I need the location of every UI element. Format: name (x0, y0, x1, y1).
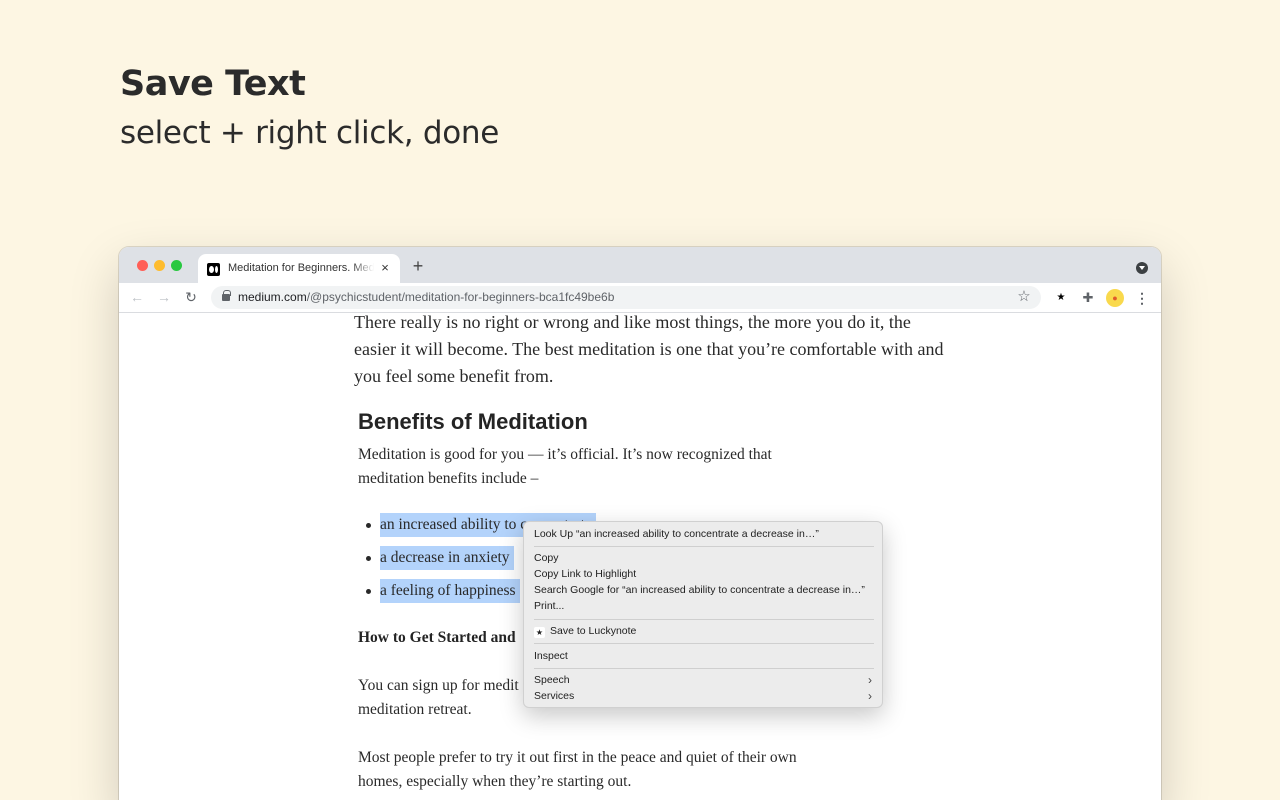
address-bar[interactable]: medium.com/@psychicstudent/meditation-fo… (211, 286, 1041, 309)
browser-menu-icon[interactable]: ⋮ (1134, 290, 1150, 306)
back-button[interactable]: ← (128, 287, 146, 307)
home-paragraph: Most people prefer to try it out first i… (358, 749, 797, 790)
menu-item-print[interactable]: Print... (534, 599, 874, 614)
list-item-text[interactable]: a feeling of happiness (380, 579, 520, 603)
hero-subtitle: select + right click, done (120, 115, 500, 151)
menu-divider (534, 546, 874, 547)
menu-divider (534, 643, 874, 644)
tab-active[interactable]: Meditation for Beginners. Medi × (198, 254, 400, 283)
context-menu: Look Up “an increased ability to concent… (523, 521, 883, 708)
medium-logo-icon (207, 263, 220, 276)
section-heading: Benefits of Meditation (358, 409, 588, 434)
maximize-window-button[interactable] (171, 260, 182, 271)
luckynote-star-icon: ★ (534, 627, 545, 638)
list-item-text[interactable]: a decrease in anxiety (380, 546, 514, 570)
lock-icon[interactable] (222, 290, 231, 301)
menu-item-save-luckynote[interactable]: ★ Save to Luckynote (534, 624, 874, 639)
bookmark-star-icon[interactable]: ☆ (1016, 288, 1032, 306)
tab-search-icon[interactable] (1136, 262, 1148, 274)
bullet-icon (366, 556, 371, 561)
menu-item-look-up[interactable]: Look Up “an increased ability to concent… (534, 527, 874, 542)
hero-title: Save Text (120, 64, 306, 104)
menu-item-label: Speech (534, 674, 570, 686)
tab-bar: Meditation for Beginners. Medi × + (119, 247, 1161, 283)
url-text[interactable]: medium.com/@psychicstudent/meditation-fo… (238, 290, 614, 304)
luckynote-extension-icon[interactable]: ★ (1053, 290, 1069, 306)
extensions-puzzle-icon[interactable]: ✚ (1080, 290, 1096, 306)
chevron-right-icon: › (868, 689, 872, 703)
forward-button[interactable]: → (155, 287, 173, 307)
menu-item-label: Save to Luckynote (550, 625, 637, 637)
profile-avatar[interactable]: ● (1106, 289, 1124, 307)
intro-paragraph: There really is no right or wrong and li… (354, 312, 944, 386)
menu-item-services[interactable]: Services › (534, 689, 874, 704)
menu-item-label: Services (534, 690, 575, 702)
tab-title: Meditation for Beginners. Medi (228, 262, 374, 274)
menu-item-search-google[interactable]: Search Google for “an increased ability … (534, 583, 874, 598)
tab-close-icon[interactable]: × (378, 260, 392, 276)
subheading: How to Get Started and (358, 629, 516, 646)
bullet-icon (366, 589, 371, 594)
reload-button[interactable]: ↻ (182, 287, 200, 307)
menu-item-speech[interactable]: Speech › (534, 673, 874, 688)
menu-item-inspect[interactable]: Inspect (534, 649, 874, 664)
menu-item-copy[interactable]: Copy (534, 551, 874, 566)
menu-divider (534, 668, 874, 669)
menu-item-copy-link[interactable]: Copy Link to Highlight (534, 567, 874, 582)
bullet-icon (366, 523, 371, 528)
benefits-paragraph: Meditation is good for you — it’s offici… (358, 446, 772, 487)
menu-divider (534, 619, 874, 620)
close-window-button[interactable] (137, 260, 148, 271)
minimize-window-button[interactable] (154, 260, 165, 271)
new-tab-button[interactable]: + (410, 257, 426, 275)
chevron-right-icon: › (868, 673, 872, 687)
